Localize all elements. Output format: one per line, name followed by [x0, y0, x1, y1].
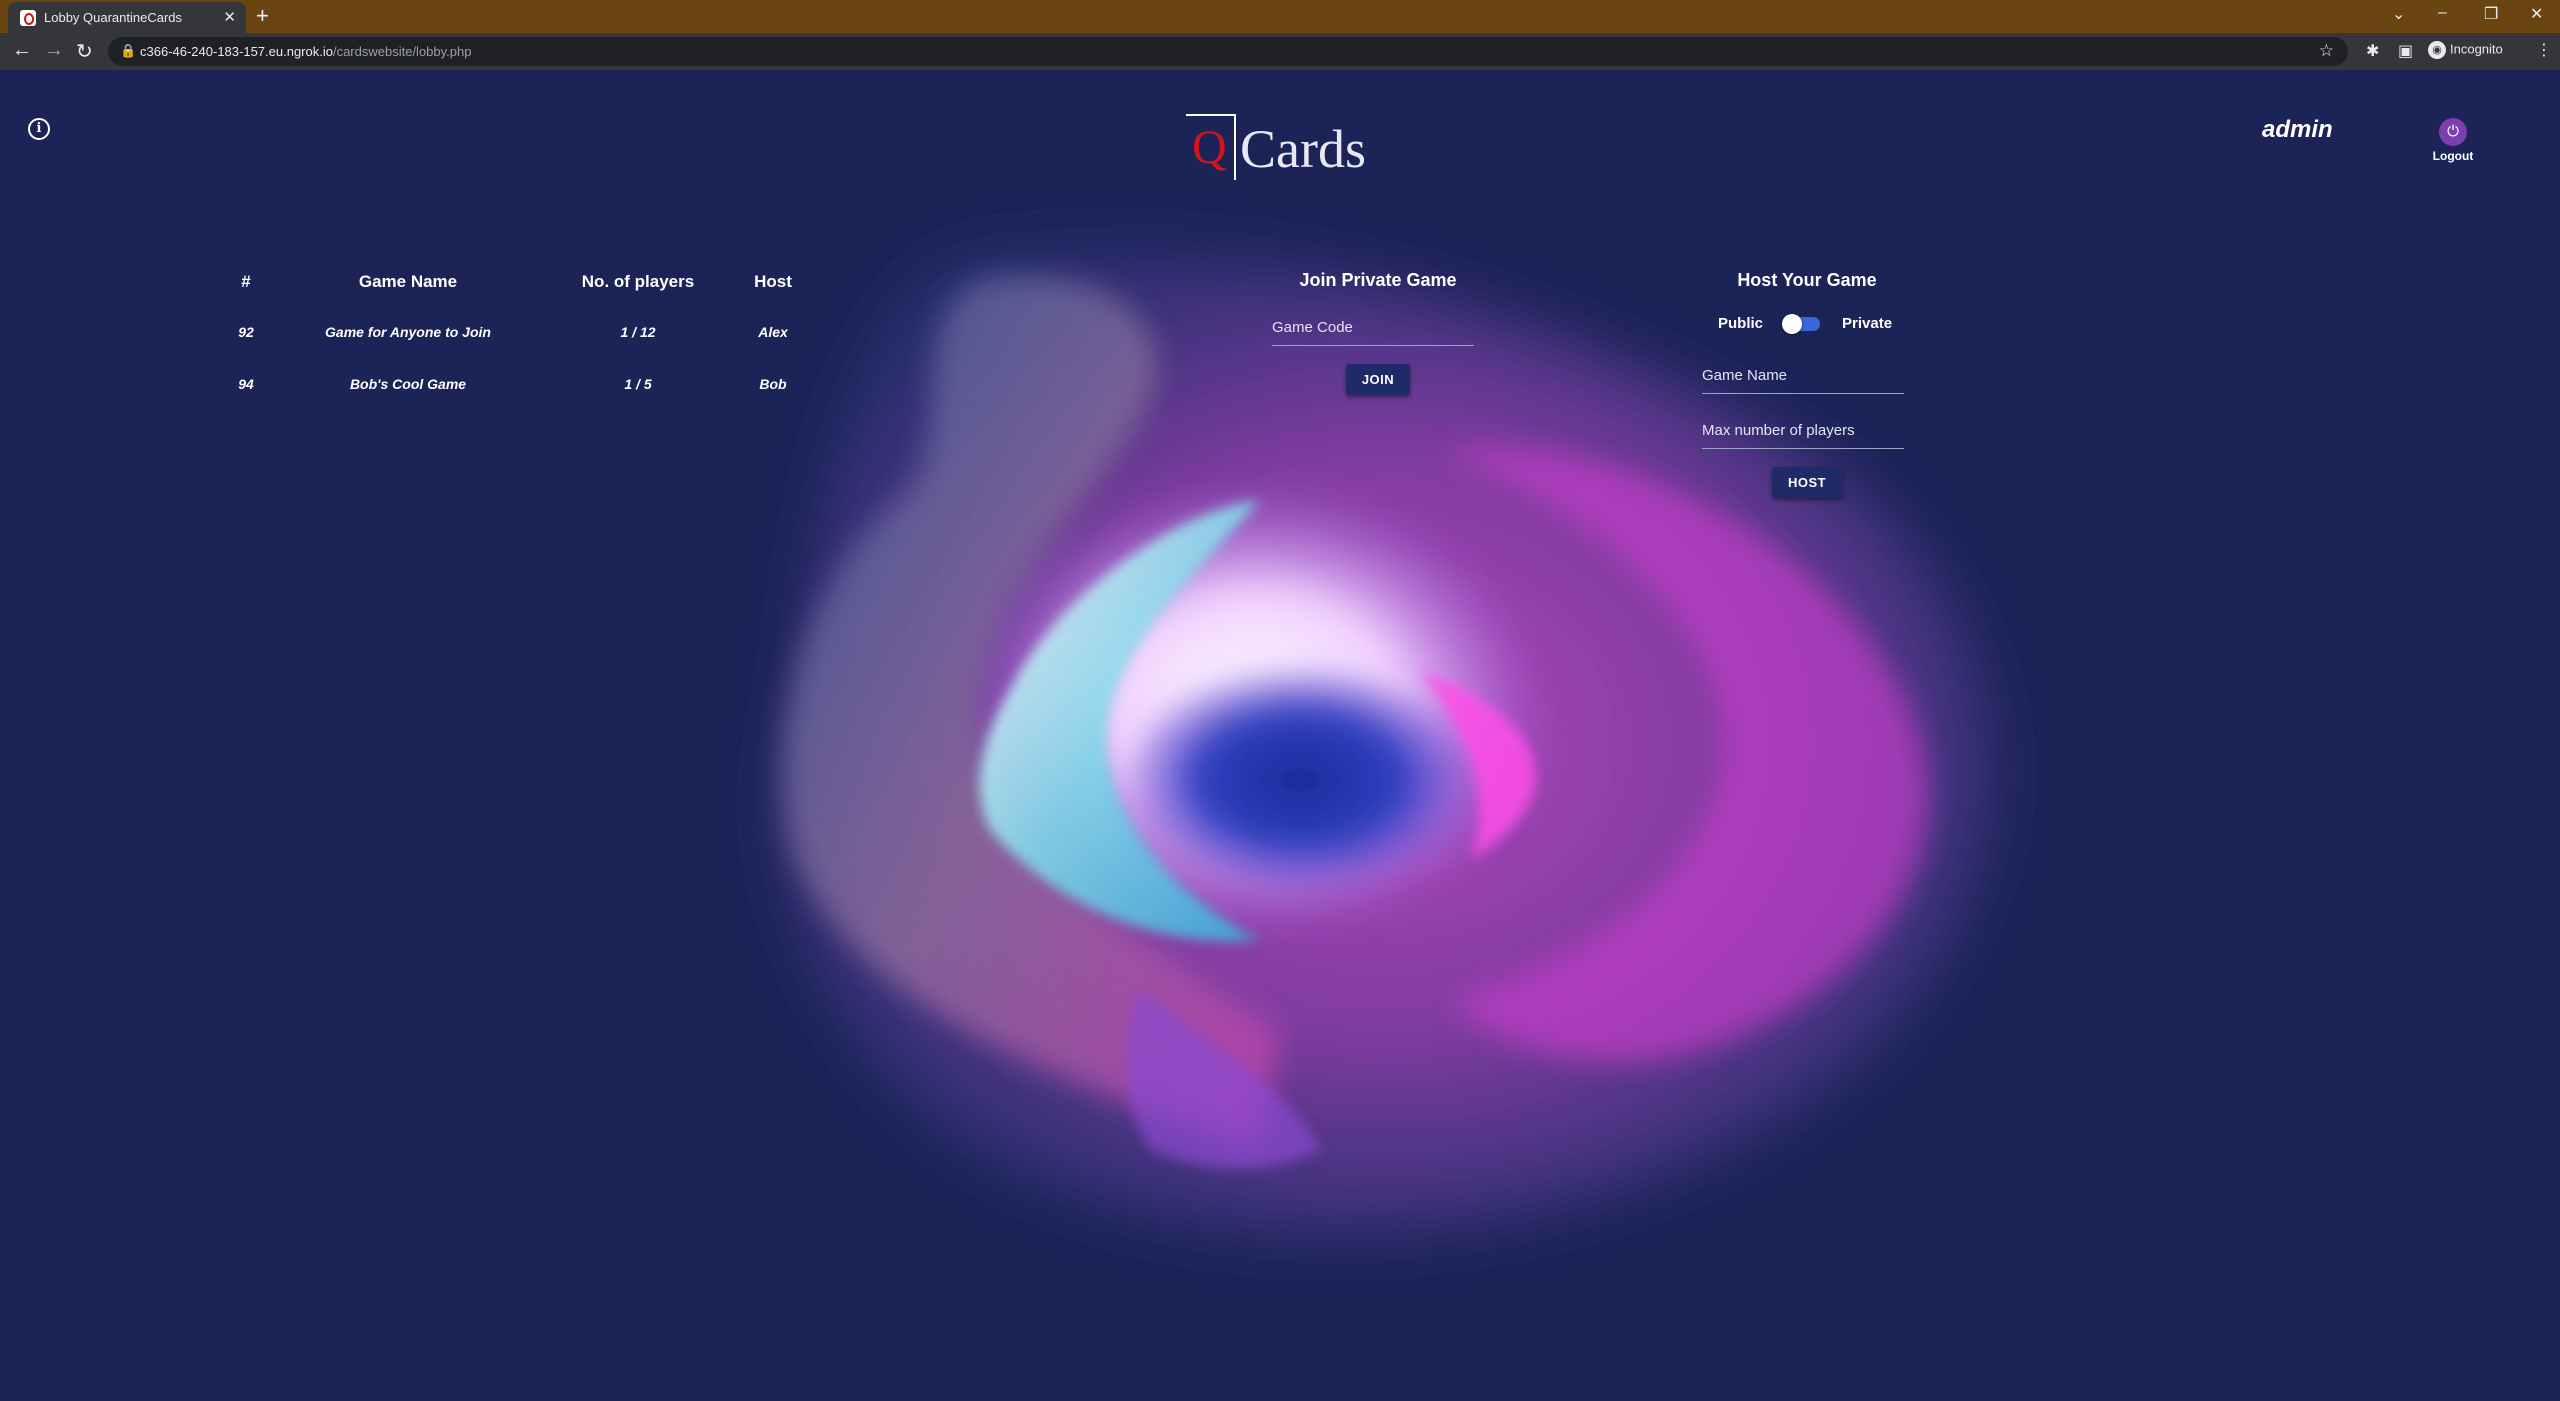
incognito-badge[interactable]: ◉ Incognito [2428, 41, 2503, 59]
logout-label: Logout [2432, 149, 2474, 163]
favicon-icon [20, 10, 36, 26]
reload-icon[interactable]: ↻ [76, 39, 93, 64]
host-game-title: Host Your Game [1737, 270, 1877, 290]
max-players-input[interactable]: Max number of players [1702, 414, 1904, 449]
browser-tab-strip: Lobby QuarantineCards ✕ + ⌄ – ❐ ✕ [0, 0, 2560, 33]
logo-text: Cards [1240, 119, 1366, 179]
max-players-placeholder: Max number of players [1702, 422, 1855, 439]
forward-icon[interactable]: → [44, 39, 64, 62]
url-text: c366-46-240-183-157.eu.ngrok.io/cardsweb… [140, 44, 472, 59]
bookmark-star-icon[interactable]: ☆ [2319, 41, 2334, 61]
restore-icon[interactable]: ❐ [2484, 4, 2498, 24]
extensions-icon[interactable]: ✱ [2366, 41, 2379, 61]
browser-toolbar: ← → ↻ 🔒 c366-46-240-183-157.eu.ngrok.io/… [0, 33, 2560, 70]
game-players: 1 / 12 [620, 324, 656, 340]
games-table-header: # Game Name No. of players Host [206, 268, 806, 320]
info-icon[interactable]: i [28, 118, 50, 140]
game-code-placeholder: Game Code [1272, 319, 1353, 336]
header-id: # [241, 272, 251, 291]
close-window-icon[interactable]: ✕ [2530, 4, 2543, 24]
visibility-toggle-row: Public Private [1702, 309, 1912, 339]
visibility-switch[interactable] [1782, 314, 1820, 334]
join-private-title: Join Private Game [1299, 270, 1457, 290]
incognito-icon: ◉ [2428, 41, 2446, 59]
tab-title: Lobby QuarantineCards [44, 10, 183, 25]
header-host: Host [754, 272, 792, 291]
username: admin [2262, 116, 2333, 143]
game-host: Alex [758, 324, 788, 340]
games-table: # Game Name No. of players Host 92 Game … [206, 268, 806, 424]
header-game-name: Game Name [358, 272, 458, 291]
join-private-panel: Join Private Game Game Code JOIN [1272, 270, 1484, 395]
join-button[interactable]: JOIN [1345, 364, 1411, 395]
host-button[interactable]: HOST [1771, 467, 1843, 498]
browser-tab[interactable]: Lobby QuarantineCards ✕ [8, 2, 246, 33]
private-label: Private [1842, 315, 1893, 332]
tab-search-icon[interactable]: ⌄ [2392, 4, 2405, 24]
host-game-panel: Host Your Game Public Private Game Name … [1702, 270, 1912, 498]
game-code-input[interactable]: Game Code [1272, 311, 1474, 346]
game-name-input[interactable]: Game Name [1702, 359, 1904, 394]
browser-menu-icon[interactable]: ⋮ [2536, 40, 2552, 60]
power-icon: ⏻ [2439, 118, 2467, 146]
logout-button[interactable]: ⏻ Logout [2430, 118, 2476, 163]
back-icon[interactable]: ← [12, 39, 32, 62]
switch-knob [1782, 314, 1802, 334]
address-bar[interactable]: 🔒 c366-46-240-183-157.eu.ngrok.io/cardsw… [108, 37, 2348, 66]
lobby-page: i Q Cards admin ⏻ Logout # Game Name No.… [0, 70, 2560, 1401]
game-players: 1 / 5 [624, 376, 652, 392]
lock-icon: 🔒 [120, 43, 137, 58]
incognito-label: Incognito [2450, 41, 2503, 57]
header-players: No. of players [581, 272, 695, 291]
new-tab-icon[interactable]: + [256, 3, 269, 29]
public-label: Public [1718, 315, 1764, 332]
game-name: Bob's Cool Game [349, 376, 467, 392]
game-name: Game for Anyone to Join [325, 324, 491, 340]
qcards-logo[interactable]: Q Cards [1186, 114, 1386, 184]
table-row[interactable]: 92 Game for Anyone to Join 1 / 12 Alex [206, 320, 806, 372]
tab-close-icon[interactable]: ✕ [223, 8, 236, 26]
game-name-placeholder: Game Name [1702, 367, 1788, 384]
logo-q: Q [1192, 121, 1227, 174]
game-id: 92 [238, 324, 254, 340]
table-row[interactable]: 94 Bob's Cool Game 1 / 5 Bob [206, 372, 806, 424]
game-host: Bob [759, 376, 787, 392]
side-panel-icon[interactable]: ▣ [2398, 41, 2413, 61]
minimize-icon[interactable]: – [2438, 4, 2447, 22]
game-id: 94 [238, 376, 254, 392]
